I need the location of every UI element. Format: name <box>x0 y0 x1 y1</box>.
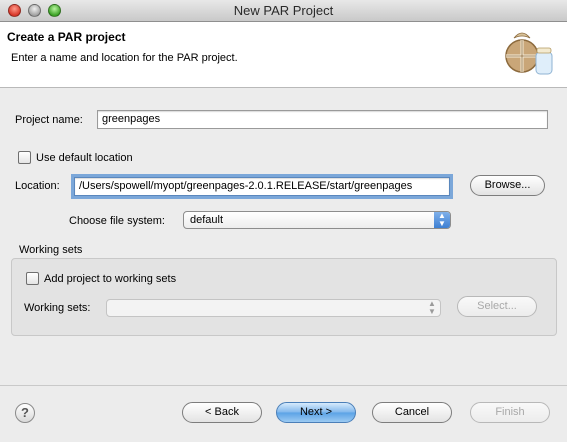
dropdown-arrow-icon: ▲ ▼ <box>434 212 450 228</box>
window-titlebar[interactable]: New PAR Project <box>0 0 567 22</box>
working-sets-dropdown[interactable]: ▲ ▼ <box>106 299 441 317</box>
help-icon[interactable]: ? <box>15 403 35 423</box>
banner-title: Create a PAR project <box>7 30 126 44</box>
add-to-working-sets-label[interactable]: Add project to working sets <box>44 273 176 285</box>
banner-description: Enter a name and location for the PAR pr… <box>11 52 238 64</box>
par-project-wizard-icon <box>500 26 558 85</box>
finish-button[interactable]: Finish <box>470 402 550 423</box>
working-sets-label: Working sets: <box>24 302 91 314</box>
location-label: Location: <box>15 180 60 192</box>
browse-button[interactable]: Browse... <box>470 175 545 196</box>
working-sets-group-label: Working sets <box>19 244 83 256</box>
dropdown-arrow-icon: ▲ ▼ <box>428 299 436 316</box>
file-system-value: default <box>190 214 224 226</box>
wizard-banner: Create a PAR project Enter a name and lo… <box>0 22 567 88</box>
file-system-label: Choose file system: <box>69 215 165 227</box>
use-default-location-checkbox[interactable] <box>18 151 31 164</box>
add-to-working-sets-checkbox[interactable] <box>26 272 39 285</box>
footer-separator <box>0 385 567 386</box>
project-name-field[interactable]: greenpages <box>97 110 548 129</box>
cancel-button[interactable]: Cancel <box>372 402 452 423</box>
back-button[interactable]: < Back <box>182 402 262 423</box>
use-default-location-label[interactable]: Use default location <box>36 152 133 164</box>
project-name-label: Project name: <box>15 114 83 126</box>
window-title: New PAR Project <box>233 3 334 18</box>
location-field[interactable]: /Users/spowell/myopt/greenpages-2.0.1.RE… <box>71 174 453 199</box>
select-working-sets-button[interactable]: Select... <box>457 296 537 317</box>
file-system-dropdown[interactable]: default ▲ ▼ <box>183 211 451 229</box>
next-button[interactable]: Next > <box>276 402 356 423</box>
